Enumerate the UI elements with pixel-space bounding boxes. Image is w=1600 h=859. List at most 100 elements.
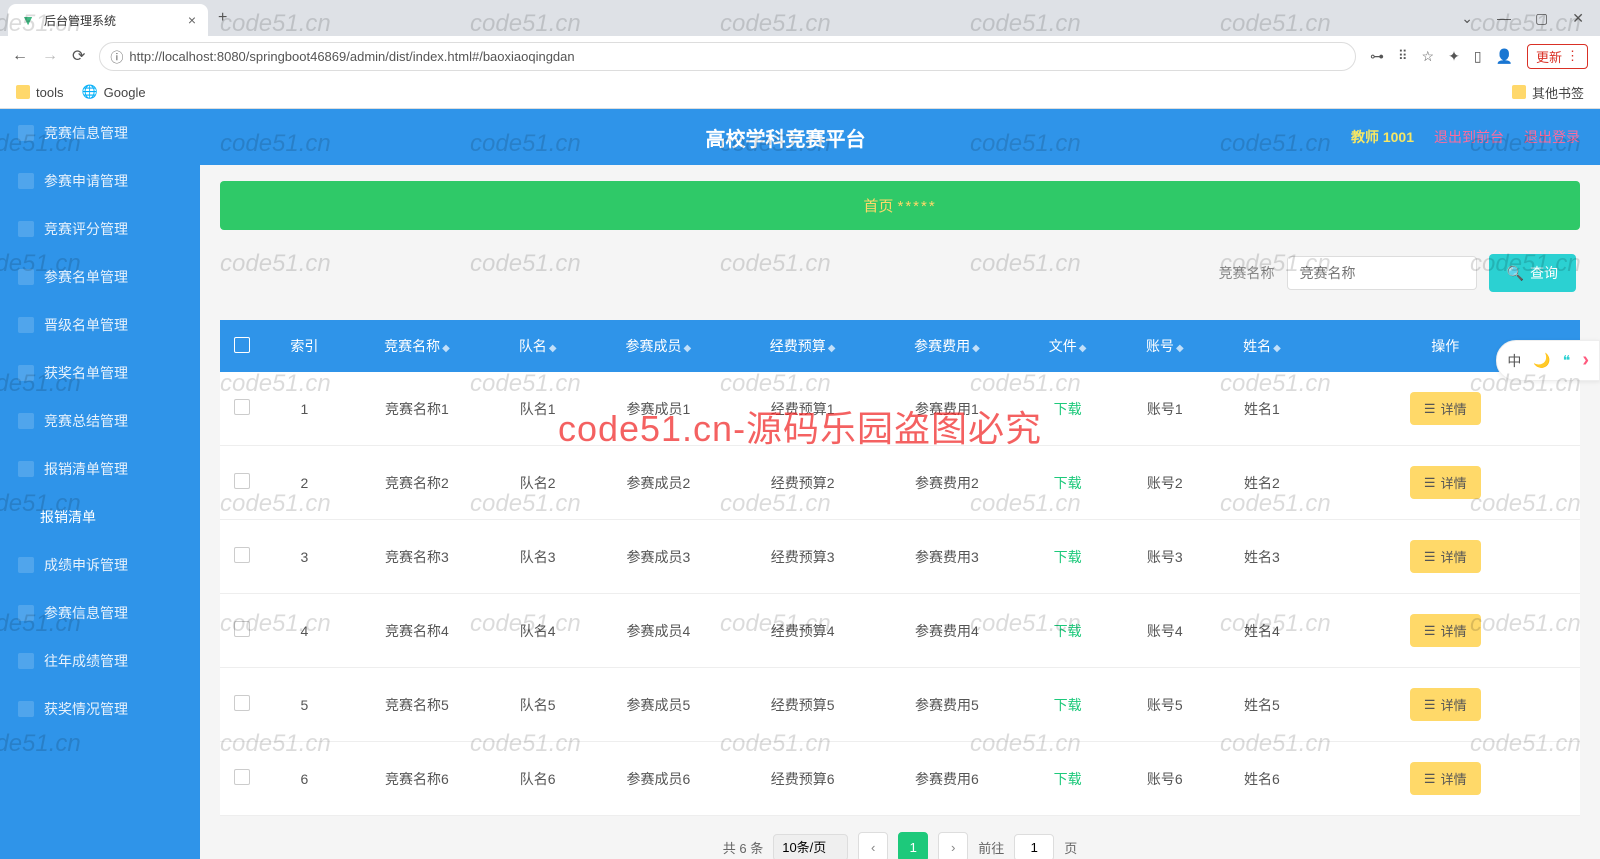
row-checkbox[interactable] xyxy=(234,695,250,711)
sidebar-item-8[interactable]: 报销清单 xyxy=(0,493,200,541)
lang-toggle[interactable]: 中 xyxy=(1507,351,1521,371)
to-front-link[interactable]: 退出到前台 xyxy=(1434,127,1504,147)
detail-button[interactable]: ☰ 详情 xyxy=(1410,688,1481,721)
col-header-6[interactable]: 文件◆ xyxy=(1019,320,1116,372)
close-icon[interactable]: × xyxy=(188,12,196,28)
search-input[interactable] xyxy=(1287,256,1477,290)
detail-button[interactable]: ☰ 详情 xyxy=(1410,540,1481,573)
sidebar-item-11[interactable]: 往年成绩管理 xyxy=(0,637,200,685)
tab-bar: ▼ 后台管理系统 × + ⌄ — ▢ ✕ xyxy=(0,0,1600,36)
table-cell: ☰ 详情 xyxy=(1311,742,1581,816)
puzzle-icon[interactable]: ✦ xyxy=(1448,48,1460,65)
table-cell xyxy=(220,742,264,816)
forward-icon[interactable]: → xyxy=(42,47,58,65)
row-checkbox[interactable] xyxy=(234,399,250,415)
sidebar-item-3[interactable]: 参赛名单管理 xyxy=(0,253,200,301)
sidebar-item-2[interactable]: 竞赛评分管理 xyxy=(0,205,200,253)
sort-icon: ◆ xyxy=(549,343,557,354)
row-checkbox[interactable] xyxy=(234,621,250,637)
bookmark-google[interactable]: 🌐Google xyxy=(81,84,145,100)
detail-button[interactable]: ☰ 详情 xyxy=(1410,466,1481,499)
new-tab-button[interactable]: + xyxy=(208,9,237,27)
sidebar-item-label: 参赛名单管理 xyxy=(44,267,128,287)
breadcrumb: 首页 ***** xyxy=(220,181,1580,230)
user-info[interactable]: 教师 1001 xyxy=(1351,127,1414,147)
col-header-2[interactable]: 队名◆ xyxy=(489,320,586,372)
menu-icon xyxy=(18,173,34,189)
profile-icon[interactable]: 👤 xyxy=(1496,48,1513,65)
reload-icon[interactable]: ⟳ xyxy=(72,46,85,66)
col-header-7[interactable]: 账号◆ xyxy=(1116,320,1213,372)
col-header-5[interactable]: 参赛费用◆ xyxy=(875,320,1019,372)
quote-icon[interactable]: ❝ xyxy=(1563,352,1571,369)
col-header-4[interactable]: 经费预算◆ xyxy=(731,320,875,372)
bookmark-tools[interactable]: tools xyxy=(16,85,63,100)
sidebar-item-9[interactable]: 成绩申诉管理 xyxy=(0,541,200,589)
sidebar-item-7[interactable]: 报销清单管理 xyxy=(0,445,200,493)
page-jump-input[interactable] xyxy=(1014,834,1054,859)
page-1-button[interactable]: 1 xyxy=(898,832,928,859)
sidebar-item-10[interactable]: 参赛信息管理 xyxy=(0,589,200,637)
minimize-icon[interactable]: — xyxy=(1497,10,1511,27)
search-button[interactable]: 🔍 查询 xyxy=(1489,254,1576,292)
col-header-3[interactable]: 参赛成员◆ xyxy=(586,320,730,372)
download-link[interactable]: 下载 xyxy=(1054,697,1082,713)
close-window-icon[interactable]: ✕ xyxy=(1572,10,1584,27)
other-bookmarks[interactable]: 其他书签 xyxy=(1512,83,1584,102)
detail-button[interactable]: ☰ 详情 xyxy=(1410,392,1481,425)
sidebar-item-4[interactable]: 晋级名单管理 xyxy=(0,301,200,349)
download-link[interactable]: 下载 xyxy=(1054,401,1082,417)
table-cell: 队名3 xyxy=(489,520,586,594)
key-icon[interactable]: ⊶ xyxy=(1370,48,1384,65)
table-cell: 参赛成员2 xyxy=(586,446,730,520)
moon-icon[interactable]: 🌙 xyxy=(1533,352,1550,369)
maximize-icon[interactable]: ▢ xyxy=(1535,10,1548,27)
page-size-select[interactable]: 10条/页 xyxy=(773,834,848,859)
table-cell: 参赛费用5 xyxy=(875,668,1019,742)
update-button[interactable]: 更新⋮ xyxy=(1527,44,1588,69)
row-checkbox[interactable] xyxy=(234,769,250,785)
download-link[interactable]: 下载 xyxy=(1054,623,1082,639)
back-icon[interactable]: ← xyxy=(12,47,28,65)
col-header-0[interactable]: 索引 xyxy=(264,320,345,372)
download-link[interactable]: 下载 xyxy=(1054,475,1082,491)
menu-icon xyxy=(18,125,34,141)
sidebar-item-5[interactable]: 获奖名单管理 xyxy=(0,349,200,397)
prev-page-button[interactable]: ‹ xyxy=(858,832,888,859)
sort-icon: ◆ xyxy=(442,343,450,354)
list-icon: ☰ xyxy=(1424,549,1436,565)
col-header-8[interactable]: 姓名◆ xyxy=(1213,320,1310,372)
row-checkbox[interactable] xyxy=(234,547,250,563)
table-cell: 队名4 xyxy=(489,594,586,668)
sidebar-item-1[interactable]: 参赛申请管理 xyxy=(0,157,200,205)
sidebar-item-6[interactable]: 竞赛总结管理 xyxy=(0,397,200,445)
detail-button[interactable]: ☰ 详情 xyxy=(1410,762,1481,795)
table-cell xyxy=(220,372,264,446)
list-icon: ☰ xyxy=(1424,697,1436,713)
logout-link[interactable]: 退出登录 xyxy=(1524,127,1580,147)
star-icon[interactable]: ☆ xyxy=(1422,48,1435,65)
expand-icon[interactable]: › xyxy=(1582,349,1589,372)
info-icon[interactable]: ⓘ xyxy=(110,47,123,66)
table-head: 索引竞赛名称◆队名◆参赛成员◆经费预算◆参赛费用◆文件◆账号◆姓名◆操作 xyxy=(220,320,1580,372)
col-header-1[interactable]: 竞赛名称◆ xyxy=(345,320,489,372)
breadcrumb-home[interactable]: 首页 xyxy=(863,198,893,215)
panel-icon[interactable]: ▯ xyxy=(1474,48,1482,65)
download-link[interactable]: 下载 xyxy=(1054,771,1082,787)
address-box: ⓘ xyxy=(99,42,1356,71)
select-all-checkbox[interactable] xyxy=(234,337,250,353)
chevron-down-icon[interactable]: ⌄ xyxy=(1461,10,1473,27)
download-link[interactable]: 下载 xyxy=(1054,549,1082,565)
table-row: 1竞赛名称1队名1参赛成员1经费预算1参赛费用1下载账号1姓名1☰ 详情 xyxy=(220,372,1580,446)
breadcrumb-sep: ***** xyxy=(898,198,937,215)
row-checkbox[interactable] xyxy=(234,473,250,489)
browser-tab[interactable]: ▼ 后台管理系统 × xyxy=(8,4,208,36)
next-page-button[interactable]: › xyxy=(938,832,968,859)
sidebar-item-12[interactable]: 获奖情况管理 xyxy=(0,685,200,733)
translate-icon[interactable]: ⠿ xyxy=(1398,48,1408,64)
address-bar[interactable] xyxy=(129,49,1345,64)
main-area: 高校学科竞赛平台 教师 1001 退出到前台 退出登录 首页 ***** 竞赛名… xyxy=(200,109,1600,859)
sidebar-item-label: 竞赛信息管理 xyxy=(44,123,128,143)
sidebar-item-0[interactable]: 竞赛信息管理 xyxy=(0,109,200,157)
detail-button[interactable]: ☰ 详情 xyxy=(1410,614,1481,647)
